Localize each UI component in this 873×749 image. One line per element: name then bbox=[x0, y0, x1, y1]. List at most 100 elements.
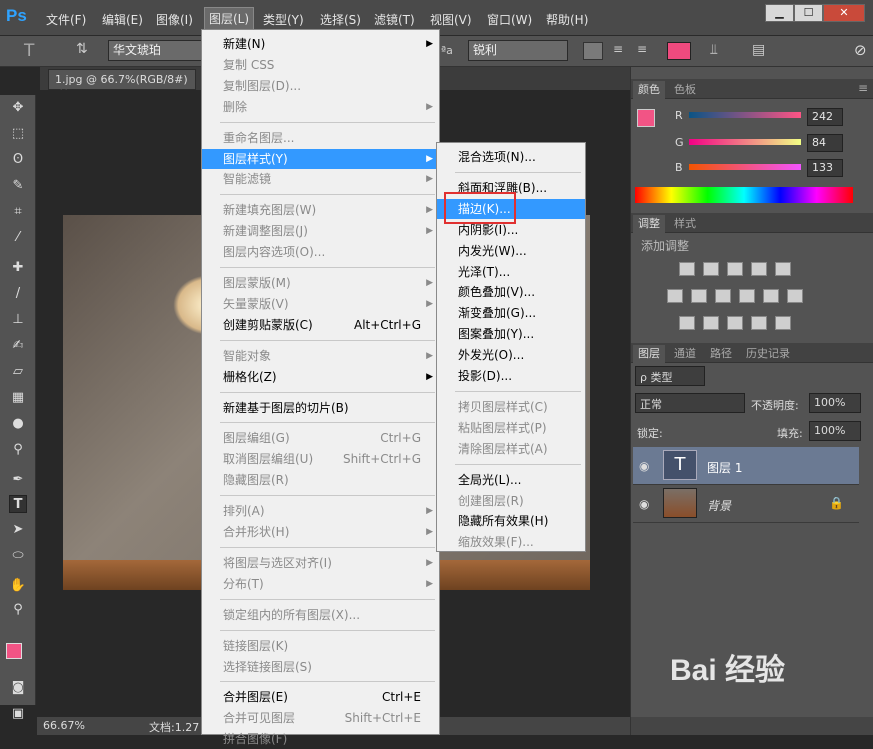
curves-icon[interactable] bbox=[727, 262, 743, 276]
panel-menu-icon[interactable]: ≡ bbox=[858, 81, 868, 95]
green-slider[interactable] bbox=[689, 139, 801, 145]
tab-swatches[interactable]: 色板 bbox=[669, 81, 701, 99]
gradient-tool-icon[interactable]: ▦ bbox=[9, 389, 27, 407]
style-menu-item[interactable]: 图案叠加(Y)... bbox=[437, 324, 585, 344]
shape-tool-icon[interactable]: ⬭ bbox=[9, 547, 27, 565]
crop-tool-icon[interactable]: ⌗ bbox=[9, 203, 27, 221]
foreground-color[interactable] bbox=[6, 643, 22, 659]
levels-icon[interactable] bbox=[703, 262, 719, 276]
tab-history[interactable]: 历史记录 bbox=[741, 345, 795, 363]
pen-tool-icon[interactable]: ✒ bbox=[9, 471, 27, 489]
menu-window[interactable]: 窗口(W) bbox=[487, 11, 532, 28]
layer-menu-item[interactable]: 创建剪贴蒙版(C) Alt+Ctrl+G bbox=[202, 315, 439, 335]
cancel-icon[interactable]: ⊘ bbox=[854, 41, 867, 59]
posterize-icon[interactable] bbox=[703, 316, 719, 330]
red-value[interactable]: 242 bbox=[807, 108, 843, 126]
zoom-level[interactable]: 66.67% bbox=[43, 719, 85, 732]
blue-slider[interactable] bbox=[689, 164, 801, 170]
layer-name[interactable]: 背景 bbox=[707, 497, 731, 514]
menu-select[interactable]: 选择(S) bbox=[320, 11, 361, 28]
opacity-input[interactable]: 100% bbox=[809, 393, 861, 413]
dodge-tool-icon[interactable]: ⚲ bbox=[9, 441, 27, 459]
zoom-tool-icon[interactable]: ⚲ bbox=[9, 601, 27, 619]
menu-layer[interactable]: 图层(L) bbox=[204, 7, 255, 30]
menu-help[interactable]: 帮助(H) bbox=[546, 11, 588, 28]
move-tool-icon[interactable]: ✥ bbox=[9, 99, 27, 117]
font-family-select[interactable]: 华文琥珀 bbox=[108, 40, 204, 61]
style-menu-item[interactable]: 光泽(T)... bbox=[437, 262, 585, 282]
brightness-icon[interactable] bbox=[679, 262, 695, 276]
style-menu-item[interactable]: 颜色叠加(V)... bbox=[437, 282, 585, 302]
color-balance-icon[interactable] bbox=[691, 289, 707, 303]
text-tool-icon[interactable]: T bbox=[9, 495, 27, 513]
path-select-icon[interactable]: ➤ bbox=[9, 521, 27, 539]
menu-edit[interactable]: 编辑(E) bbox=[102, 11, 143, 28]
blend-mode-select[interactable]: 正常 bbox=[635, 393, 745, 413]
selective-color-icon[interactable] bbox=[751, 316, 767, 330]
marquee-tool-icon[interactable]: ⬚ bbox=[9, 125, 27, 143]
layer-menu-item[interactable]: 图层样式(Y) ▶ bbox=[202, 148, 439, 169]
eraser-tool-icon[interactable]: ▱ bbox=[9, 363, 27, 381]
tab-layers[interactable]: 图层 bbox=[633, 345, 665, 363]
style-menu-item[interactable]: 渐变叠加(G)... bbox=[437, 303, 585, 323]
align-center-icon[interactable]: ≡ bbox=[608, 42, 628, 60]
menu-image[interactable]: 图像(I) bbox=[156, 11, 193, 28]
tab-channels[interactable]: 通道 bbox=[669, 345, 701, 363]
document-tab[interactable]: 1.jpg @ 66.7%(RGB/8#) × bbox=[48, 69, 196, 99]
style-menu-item[interactable]: 隐藏所有效果(H) bbox=[437, 511, 585, 531]
layer-menu-item[interactable]: 新建基于图层的切片(B) bbox=[202, 398, 439, 418]
gradient-map-icon[interactable] bbox=[775, 316, 791, 330]
menu-filter[interactable]: 滤镜(T) bbox=[374, 11, 415, 28]
menu-type[interactable]: 类型(Y) bbox=[263, 11, 304, 28]
channel-mixer-icon[interactable] bbox=[763, 289, 779, 303]
visibility-eye-icon[interactable]: ◉ bbox=[639, 497, 649, 511]
layer-filter-select[interactable]: ρ 类型 bbox=[635, 366, 705, 386]
antialias-select[interactable]: 锐利 bbox=[468, 40, 568, 61]
layer-menu-item[interactable]: 合并图层(E) Ctrl+E bbox=[202, 687, 439, 707]
text-color-swatch[interactable] bbox=[667, 42, 691, 60]
stamp-tool-icon[interactable]: ⊥ bbox=[9, 311, 27, 329]
visibility-eye-icon[interactable]: ◉ bbox=[639, 459, 649, 473]
quick-select-icon[interactable]: ✎ bbox=[9, 177, 27, 195]
close-button[interactable]: ✕ bbox=[823, 4, 865, 22]
red-slider[interactable] bbox=[689, 112, 801, 118]
lasso-tool-icon[interactable]: ʘ bbox=[9, 151, 27, 169]
type-tool-icon[interactable]: T bbox=[24, 41, 34, 61]
threshold-icon[interactable] bbox=[727, 316, 743, 330]
layer-menu-item[interactable]: 栅格化(Z) ▶ bbox=[202, 367, 439, 387]
panels-icon[interactable]: ▤ bbox=[752, 42, 765, 58]
style-menu-item[interactable]: 外发光(O)... bbox=[437, 345, 585, 365]
history-brush-icon[interactable]: ✍ bbox=[9, 337, 27, 355]
tab-paths[interactable]: 路径 bbox=[705, 345, 737, 363]
tab-adjustments[interactable]: 调整 bbox=[633, 215, 665, 233]
invert-icon[interactable] bbox=[679, 316, 695, 330]
maximize-button[interactable]: ☐ bbox=[794, 4, 823, 22]
layer-menu-item[interactable]: 新建(N) ▶ bbox=[202, 34, 439, 54]
tab-color[interactable]: 颜色 bbox=[633, 81, 665, 99]
photo-filter-icon[interactable] bbox=[739, 289, 755, 303]
bw-icon[interactable] bbox=[715, 289, 731, 303]
eyedropper-icon[interactable]: ⁄ bbox=[9, 229, 27, 247]
healing-brush-icon[interactable]: ✚ bbox=[9, 259, 27, 277]
orientation-icon[interactable]: ⇅ bbox=[76, 41, 88, 57]
style-menu-item[interactable]: 内发光(W)... bbox=[437, 241, 585, 261]
menu-view[interactable]: 视图(V) bbox=[430, 11, 472, 28]
style-menu-item[interactable]: 混合选项(N)... bbox=[437, 147, 585, 167]
brush-tool-icon[interactable]: / bbox=[9, 285, 27, 303]
style-menu-item[interactable]: 全局光(L)... bbox=[437, 470, 585, 490]
minimize-button[interactable]: ▁ bbox=[765, 4, 794, 22]
blue-value[interactable]: 133 bbox=[807, 159, 843, 177]
align-left-icon[interactable] bbox=[583, 42, 603, 60]
hand-tool-icon[interactable]: ✋ bbox=[9, 577, 27, 595]
menu-file[interactable]: 文件(F) bbox=[46, 11, 86, 28]
vibrance-icon[interactable] bbox=[775, 262, 791, 276]
layer-row-1[interactable]: ◉ T 图层 1 bbox=[633, 447, 859, 485]
warp-text-icon[interactable]: ⫫ bbox=[710, 42, 718, 58]
color-fg-swatch[interactable] bbox=[637, 109, 655, 127]
color-lookup-icon[interactable] bbox=[787, 289, 803, 303]
screen-mode-icon[interactable]: ▣ bbox=[9, 705, 27, 723]
exposure-icon[interactable] bbox=[751, 262, 767, 276]
hue-icon[interactable] bbox=[667, 289, 683, 303]
color-spectrum[interactable] bbox=[635, 187, 853, 203]
tab-styles[interactable]: 样式 bbox=[669, 215, 701, 233]
